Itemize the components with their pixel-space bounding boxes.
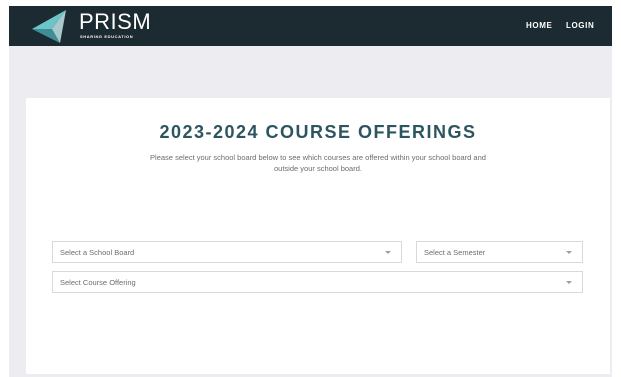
top-navbar: PRISM SHARING EDUCATION HOME LOGIN <box>9 6 612 46</box>
semester-placeholder: Select a Semester <box>424 248 486 257</box>
page-title: 2023-2024 COURSE OFFERINGS <box>159 122 477 142</box>
chevron-down-icon <box>566 251 572 254</box>
semester-select[interactable]: Select a Semester <box>416 241 583 263</box>
chevron-down-icon <box>566 281 572 284</box>
brand-name[interactable]: PRISM <box>79 9 151 35</box>
school-board-placeholder: Select a School Board <box>60 248 135 257</box>
nav-login-link[interactable]: LOGIN <box>566 21 594 30</box>
course-offering-select[interactable]: Select Course Offering <box>52 271 583 293</box>
page-description: Please select your school board below to… <box>150 153 486 173</box>
brand-tagline: SHARING EDUCATION <box>80 34 134 39</box>
nav-home-link[interactable]: HOME <box>526 21 552 30</box>
course-offering-placeholder: Select Course Offering <box>60 278 136 287</box>
prism-logo-icon[interactable] <box>30 9 70 43</box>
course-offerings-card: 2023-2024 COURSE OFFERINGS Please select… <box>26 98 610 374</box>
school-board-select[interactable]: Select a School Board <box>52 241 402 263</box>
chevron-down-icon <box>385 251 391 254</box>
